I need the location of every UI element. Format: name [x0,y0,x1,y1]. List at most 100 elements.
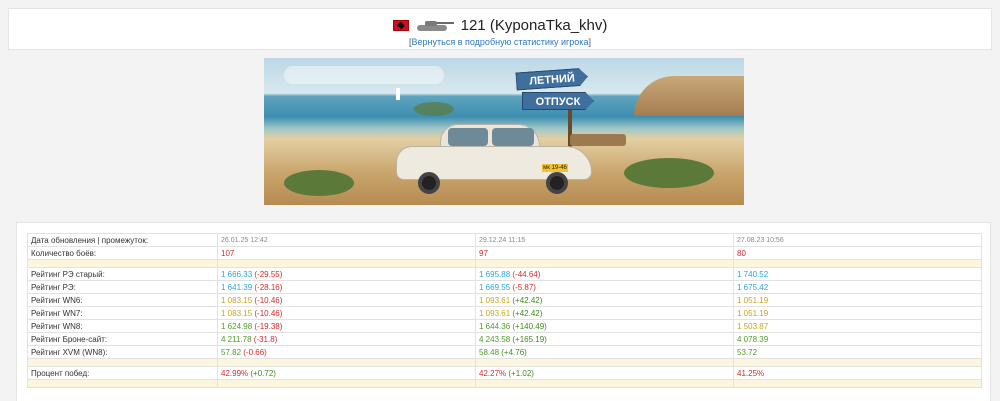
value-cell: 1 675.42 [733,280,982,294]
stats-table: Дата обновления | промежуток: 26.01.25 1… [27,233,982,388]
rating-delta: (+0.72) [250,368,276,378]
rating-value: 57.82 [221,347,242,357]
value-cell: 1 051.19 [733,293,982,307]
rating-value: 4 243.58 [479,334,511,344]
player-header: 121 (KyponaTka_khv) [Вернуться в подробн… [8,8,992,50]
rating-value: 53.72 [737,347,758,357]
row-label: Дата обновления | промежуток: [27,233,218,247]
value-cell: 1 083.15 (-10.46) [217,293,476,307]
date-cell: 26.01.25 12:42 [217,233,476,247]
row-label: Рейтинг WN6: [27,293,218,307]
rating-value: 41.25% [737,368,765,378]
rating-row: Рейтинг XVM (WN8): 57.82 (-0.66) 58.48 (+4… [27,345,982,359]
rating-value: 1 641.39 [221,282,253,292]
rating-delta: (+42.42) [512,295,543,305]
rating-delta: (-28.16) [254,282,283,292]
rating-value: 1 093.61 [479,308,511,318]
value-cell: 4 243.58 (+165.19) [475,332,734,346]
rating-delta: (-29.55) [254,269,283,279]
back-to-stats-link[interactable]: Вернуться в подробную статистику игрока [412,37,589,47]
value-cell: 1 695.88 (-44.64) [475,267,734,281]
row-label: Процент побед: [27,366,218,380]
sign-board-2: ОТПУСК [522,92,594,110]
stats-panel: Дата обновления | промежуток: 26.01.25 1… [16,222,991,401]
rating-row: Рейтинг WN7: 1 083.15 (-10.46) 1 093.61 (+… [27,306,982,320]
value-cell: 4 078.39 [733,332,982,346]
battles-value: 80 [733,246,982,260]
value-cell: 1 093.61 (+42.42) [475,306,734,320]
rating-row: Рейтинг РЭ старый: 1 666.33 (-29.55) 1 695… [27,267,982,281]
rating-value: 42.99% [221,368,249,378]
rating-value: 1 695.88 [479,269,511,279]
title-row: 121 (KyponaTka_khv) [9,15,991,35]
rating-value: 1 083.15 [221,308,253,318]
rating-value: 1 644.36 [479,321,511,331]
banner-hill [634,76,744,116]
value-cell: 1 051.19 [733,306,982,320]
rating-value: 1 083.15 [221,295,253,305]
row-label: Количество боёв: [27,246,218,260]
date-cell: 29.12.24 11:15 [475,233,734,247]
rating-value: 1 093.61 [479,295,511,305]
banner-sign: ЛЕТНИЙ ОТПУСК [516,70,596,114]
spacer-row [27,358,982,367]
rating-value: 1 740.52 [737,269,769,279]
battles-value: 97 [475,246,734,260]
rating-delta: (-0.66) [243,347,267,357]
rating-delta: (-44.64) [512,269,541,279]
banner-boat [396,88,400,100]
row-label: Рейтинг WN8: [27,319,218,333]
rating-delta: (+140.49) [512,321,547,331]
banner-bush [284,170,354,196]
rating-delta: (-5.87) [512,282,536,292]
rating-value: 58.48 [479,347,500,357]
value-cell: 1 669.55 (-5.87) [475,280,734,294]
rating-row: Рейтинг WN8: 1 624.98 (-19.38) 1 644.36 (+… [27,319,982,333]
value-cell: 42.99% (+0.72) [217,366,476,380]
rating-value: 1 051.19 [737,295,769,305]
back-row: [Вернуться в подробную статистику игрока… [9,37,991,47]
rating-value: 1 669.55 [479,282,511,292]
value-cell: 57.82 (-0.66) [217,345,476,359]
row-label: Рейтинг РЭ старый: [27,267,218,281]
event-banner: ЛЕТНИЙ ОТПУСК мк 19-46 [264,58,744,205]
rating-value: 1 051.19 [737,308,769,318]
rating-value: 4 211.78 [221,334,252,344]
rating-delta: (+4.76) [501,347,527,357]
row-label: Рейтинг WN7: [27,306,218,320]
value-cell: 4 211.78 (-31.8) [217,332,476,346]
banner-cloud [284,66,444,84]
value-cell: 1 740.52 [733,267,982,281]
bracket-close: ] [588,37,591,47]
rating-value: 1 624.98 [221,321,253,331]
rating-value: 1 666.33 [221,269,253,279]
banner-bush [624,158,714,188]
rating-value: 1 675.42 [737,282,769,292]
row-label: Рейтинг РЭ: [27,280,218,294]
rating-row: Рейтинг Броне-сайт: 4 211.78 (-31.8) 4 243… [27,332,982,346]
value-cell: 1 093.61 (+42.42) [475,293,734,307]
value-cell: 1 503.87 [733,319,982,333]
sign-board-1: ЛЕТНИЙ [515,68,588,91]
value-cell: 58.48 (+4.76) [475,345,734,359]
rating-value: 42.27% [479,368,507,378]
value-cell: 1 624.98 (-19.38) [217,319,476,333]
rating-row: Рейтинг РЭ: 1 641.39 (-28.16) 1 669.55 (-5… [27,280,982,294]
date-cell: 27.08.23 10:56 [733,233,982,247]
value-cell: 53.72 [733,345,982,359]
value-cell: 1 644.36 (+140.49) [475,319,734,333]
banner-bush [414,102,454,116]
flag-icon [392,19,409,31]
rating-value: 1 503.87 [737,321,769,331]
battles-row: Количество боёв: 107 97 80 [27,246,982,260]
value-cell: 1 083.15 (-10.46) [217,306,476,320]
spacer-row [27,259,982,268]
license-plate: мк 19-46 [542,164,568,172]
rating-delta: (+165.19) [512,334,547,344]
rating-delta: (+1.02) [508,368,534,378]
value-cell: 1 641.39 (-28.16) [217,280,476,294]
rating-delta: (-10.46) [254,295,283,305]
rating-value: 4 078.39 [737,334,769,344]
spacer-row [27,379,982,388]
row-label: Рейтинг XVM (WN8): [27,345,218,359]
